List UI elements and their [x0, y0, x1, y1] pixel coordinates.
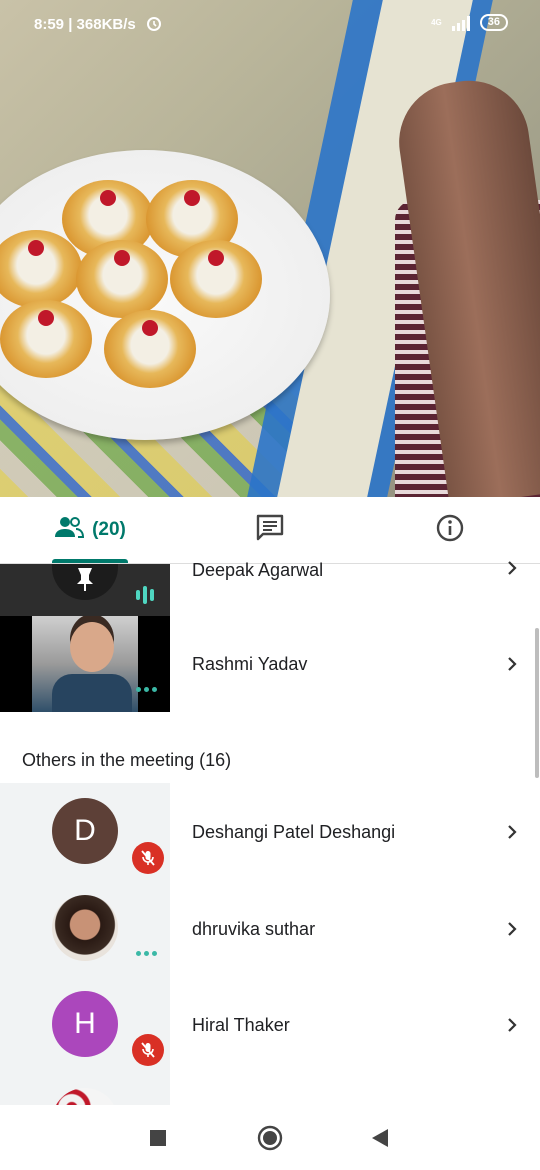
participant-name: Hiral Thaker	[192, 1015, 290, 1035]
participant-video-thumb	[0, 616, 170, 712]
home-button[interactable]	[257, 1125, 283, 1156]
more-options-icon[interactable]	[136, 687, 157, 692]
tab-chat[interactable]	[180, 497, 360, 563]
chevron-right-icon[interactable]	[504, 921, 520, 937]
participant-count: (20)	[92, 519, 126, 540]
avatar: D	[52, 798, 118, 864]
status-time: 8:59 | 368KB/s	[34, 16, 136, 33]
chevron-right-icon[interactable]	[504, 1017, 520, 1033]
participant-video	[32, 616, 138, 712]
participant-row[interactable]: Deepak Agarwal	[0, 560, 540, 616]
recents-button[interactable]	[149, 1129, 167, 1152]
avatar	[52, 895, 118, 961]
section-title: Others in the meeting (16)	[22, 750, 232, 770]
mic-off-icon	[132, 842, 164, 874]
mic-off-icon	[132, 1034, 164, 1066]
battery-icon: 36	[479, 14, 508, 31]
participant-name: Deepak Agarwal	[192, 560, 324, 580]
network-type: 4G	[431, 17, 442, 27]
scrollbar[interactable]	[535, 628, 539, 778]
participant-row[interactable]: dhruvika suthar	[0, 880, 540, 977]
people-icon	[54, 516, 85, 544]
tab-people[interactable]: (20)	[0, 497, 180, 563]
participant-row[interactable]: D Deshangi Patel Deshangi	[0, 783, 540, 880]
pin-icon	[77, 568, 93, 591]
food-item	[0, 300, 92, 378]
meeting-tabs: (20)	[0, 497, 540, 564]
participant-body	[52, 674, 132, 712]
system-nav-bar	[0, 1105, 540, 1170]
more-options-icon[interactable]	[136, 951, 157, 956]
alarm-icon	[145, 14, 163, 36]
participant-row[interactable]: Rashmi Yadav	[0, 616, 540, 712]
participant-row[interactable]: H Hiral Thaker	[0, 977, 540, 1074]
speaking-icon	[136, 586, 154, 604]
main-video-feed[interactable]	[0, 0, 540, 497]
avatar	[52, 1088, 118, 1105]
avatar: H	[52, 991, 118, 1057]
chevron-right-icon[interactable]	[504, 824, 520, 840]
info-icon	[435, 513, 465, 548]
participant-name: Deshangi Patel Deshangi	[192, 822, 396, 842]
chevron-right-icon[interactable]	[504, 560, 520, 576]
participant-video-thumb	[0, 564, 170, 616]
tab-indicator	[52, 559, 128, 563]
participant-face	[70, 622, 114, 672]
signal-icon	[451, 15, 470, 31]
tab-info[interactable]	[360, 497, 540, 563]
food-item	[76, 240, 168, 318]
back-button[interactable]	[371, 1128, 389, 1153]
food-item	[170, 240, 262, 318]
food-item	[104, 310, 196, 388]
chat-icon	[255, 513, 285, 548]
status-bar: 8:59 | 368KB/s 4G 36	[0, 0, 540, 50]
chevron-right-icon[interactable]	[504, 656, 520, 672]
participant-name: dhruvika suthar	[192, 919, 316, 939]
avatar	[52, 564, 118, 600]
participant-name: Rashmi Yadav	[192, 654, 308, 674]
